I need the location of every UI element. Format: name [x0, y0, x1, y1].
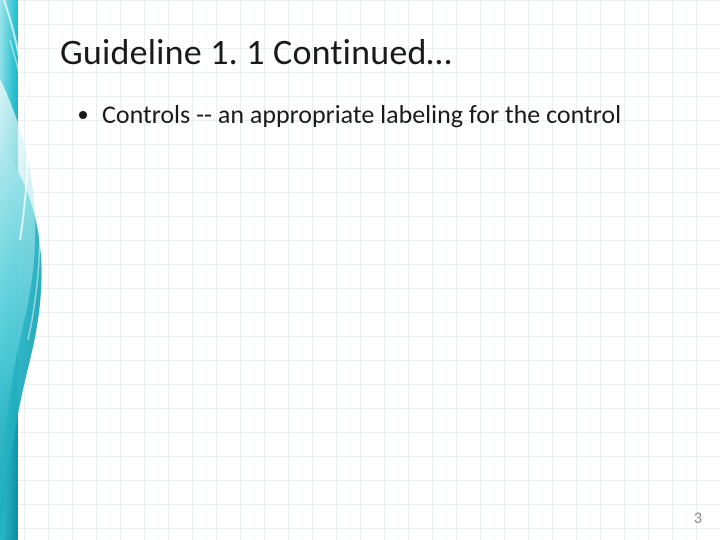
bullet-item: Controls -- an appropriate labeling for … — [102, 98, 662, 131]
bullet-list: Controls -- an appropriate labeling for … — [60, 98, 690, 131]
slide-title: Guideline 1. 1 Continued… — [60, 30, 690, 74]
slide-content: Guideline 1. 1 Continued… Controls -- an… — [60, 20, 690, 520]
page-number: 3 — [694, 509, 702, 528]
